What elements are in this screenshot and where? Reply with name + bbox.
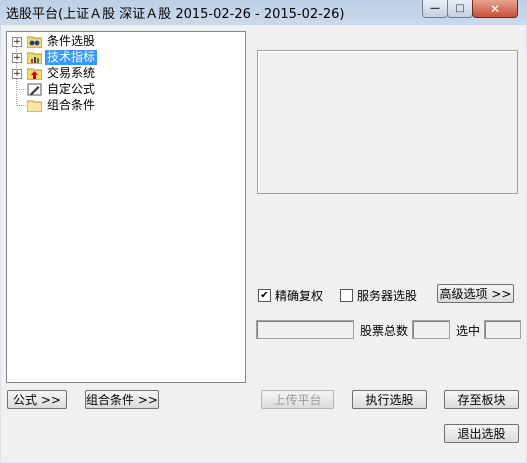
tree-item-label[interactable]: 交易系统 [45, 66, 97, 81]
expand-toggle[interactable]: + [12, 53, 22, 63]
pencil-icon [27, 83, 42, 96]
minimize-button[interactable]: — [422, 0, 448, 18]
upload-platform-button[interactable]: 上传平台 [261, 390, 334, 409]
title-bar: 选股平台(上证Ａ股 深证Ａ股 2015-02-26 - 2015-02-26) … [0, 0, 527, 22]
execute-selection-button[interactable]: 执行选股 [352, 390, 427, 409]
tree-item-label[interactable]: 技术指标 [45, 50, 98, 65]
server-select-checkbox[interactable] [340, 289, 353, 302]
tree-item-label[interactable]: 条件选股 [45, 34, 97, 49]
formula-button[interactable]: 公式 >> [7, 390, 67, 409]
dialog-body: + 条件选股 + 技术指标 + 交易系统 自定公式 组合条件 ✔ 精确复权 服务… [1, 25, 526, 462]
tree-line [16, 89, 26, 90]
maximize-button[interactable]: □ [447, 0, 473, 18]
tree-item-label[interactable]: 组合条件 [45, 98, 97, 113]
tree-line [16, 105, 26, 106]
combo-condition-button[interactable]: 组合条件 >> [85, 390, 159, 409]
window-title: 选股平台(上证Ａ股 深证Ａ股 2015-02-26 - 2015-02-26) [6, 7, 345, 22]
folder-icon [27, 100, 42, 112]
close-button[interactable]: ✕ [472, 0, 518, 18]
selected-count-label: 选中 [456, 324, 481, 338]
precise-restore-label: 精确复权 [275, 289, 324, 303]
server-select-label: 服务器选股 [357, 289, 418, 303]
stock-selection-window: 选股平台(上证Ａ股 深证Ａ股 2015-02-26 - 2015-02-26) … [0, 0, 527, 463]
expand-toggle[interactable]: + [12, 69, 22, 79]
status-field [256, 320, 354, 339]
expand-toggle[interactable]: + [12, 37, 22, 47]
formula-description-panel [257, 50, 518, 194]
save-to-block-button[interactable]: 存至板块 [444, 390, 519, 409]
exit-selection-button[interactable]: 退出选股 [444, 424, 519, 443]
advanced-options-button[interactable]: 高级选项 >> [437, 284, 514, 303]
binoculars-folder-icon [27, 36, 42, 48]
total-stocks-label: 股票总数 [360, 324, 409, 338]
precise-restore-checkbox[interactable]: ✔ [258, 289, 271, 302]
total-stocks-field [412, 320, 450, 339]
selected-count-field [484, 320, 521, 339]
formula-tree[interactable]: + 条件选股 + 技术指标 + 交易系统 自定公式 组合条件 [6, 31, 246, 383]
chart-folder-icon [27, 52, 42, 64]
tree-item-label[interactable]: 自定公式 [45, 82, 97, 97]
arrow-folder-icon [27, 68, 42, 80]
